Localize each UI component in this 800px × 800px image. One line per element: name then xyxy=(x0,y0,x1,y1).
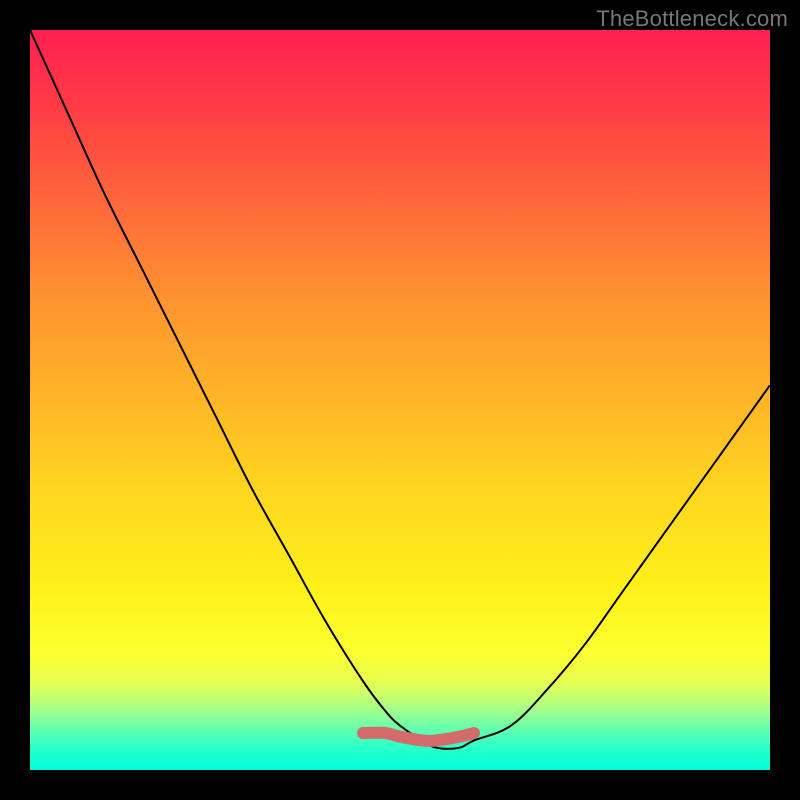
watermark-label: TheBottleneck.com xyxy=(596,6,788,32)
optimal-range-marker xyxy=(363,733,474,741)
chart-gradient-background xyxy=(30,30,770,770)
bottleneck-curve xyxy=(30,30,770,749)
bottleneck-chart xyxy=(30,30,770,770)
